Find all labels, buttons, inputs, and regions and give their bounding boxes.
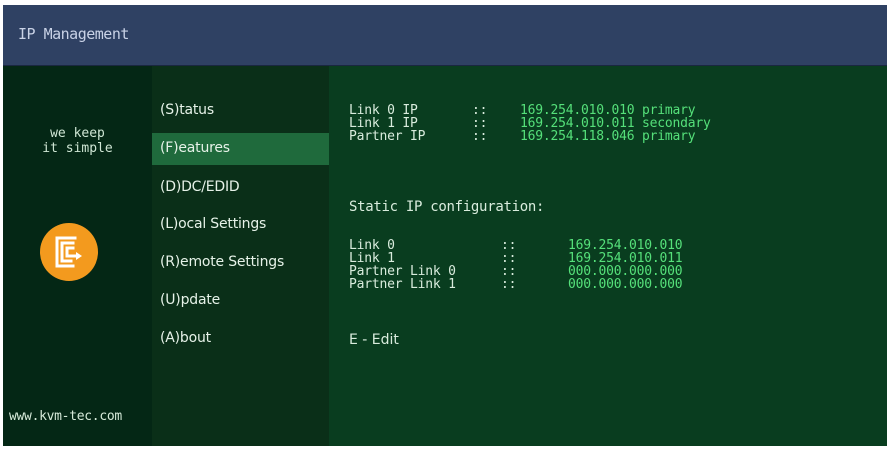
features-panel: Link 0 IP :: 169.254.010.010 primary Lin… xyxy=(329,66,887,446)
menu-item-label: (A)bout xyxy=(160,330,211,346)
slogan-line-1: we keep xyxy=(50,126,105,141)
title-bar: IP Management xyxy=(3,5,887,66)
partner-ip-separator: :: xyxy=(472,129,488,144)
menu-item-update[interactable]: (U)pdate xyxy=(152,285,329,317)
menu-item-ddc-edid[interactable]: (D)DC/EDID xyxy=(152,172,329,204)
menu-item-remote-settings[interactable]: (R)emote Settings xyxy=(152,247,329,279)
partner-ip-value: 169.254.118.046 primary xyxy=(520,129,696,144)
menu-item-label: (U)pdate xyxy=(160,292,221,308)
menu-item-about[interactable]: (A)bout xyxy=(152,323,329,355)
menu-item-label: (L)ocal Settings xyxy=(160,216,267,232)
menu-item-status[interactable]: (S)tatus xyxy=(152,95,329,127)
static-ip-config-title: Static IP configuration: xyxy=(349,199,545,215)
static-partner-link-1-label: Partner Link 1 xyxy=(349,277,456,292)
menu-item-label: (R)emote Settings xyxy=(160,254,285,270)
menu-item-local-settings[interactable]: (L)ocal Settings xyxy=(152,209,329,241)
static-partner-link-1-value: 000.000.000.000 xyxy=(568,277,683,292)
menu-item-label: (F)eatures xyxy=(160,140,230,156)
kvm-tec-logo-icon xyxy=(40,223,98,281)
window-title: IP Management xyxy=(18,25,129,43)
partner-ip-label: Partner IP xyxy=(349,129,426,144)
menu-item-label: (D)DC/EDID xyxy=(160,179,240,195)
osd-screen: IP Management we keep it simple www.kvm-… xyxy=(3,5,887,446)
website-url: www.kvm-tec.com xyxy=(9,409,122,424)
static-partner-link-1-separator: :: xyxy=(501,277,517,292)
menu-item-label: (S)tatus xyxy=(160,102,214,118)
menu-item-features[interactable]: (F)eatures xyxy=(152,133,329,165)
edit-hint[interactable]: E - Edit xyxy=(349,332,399,348)
main-menu: (S)tatus (F)eatures (D)DC/EDID (L)ocal S… xyxy=(152,66,329,446)
slogan-line-2: it simple xyxy=(42,141,113,156)
branding-panel: we keep it simple www.kvm-tec.com xyxy=(3,66,152,446)
